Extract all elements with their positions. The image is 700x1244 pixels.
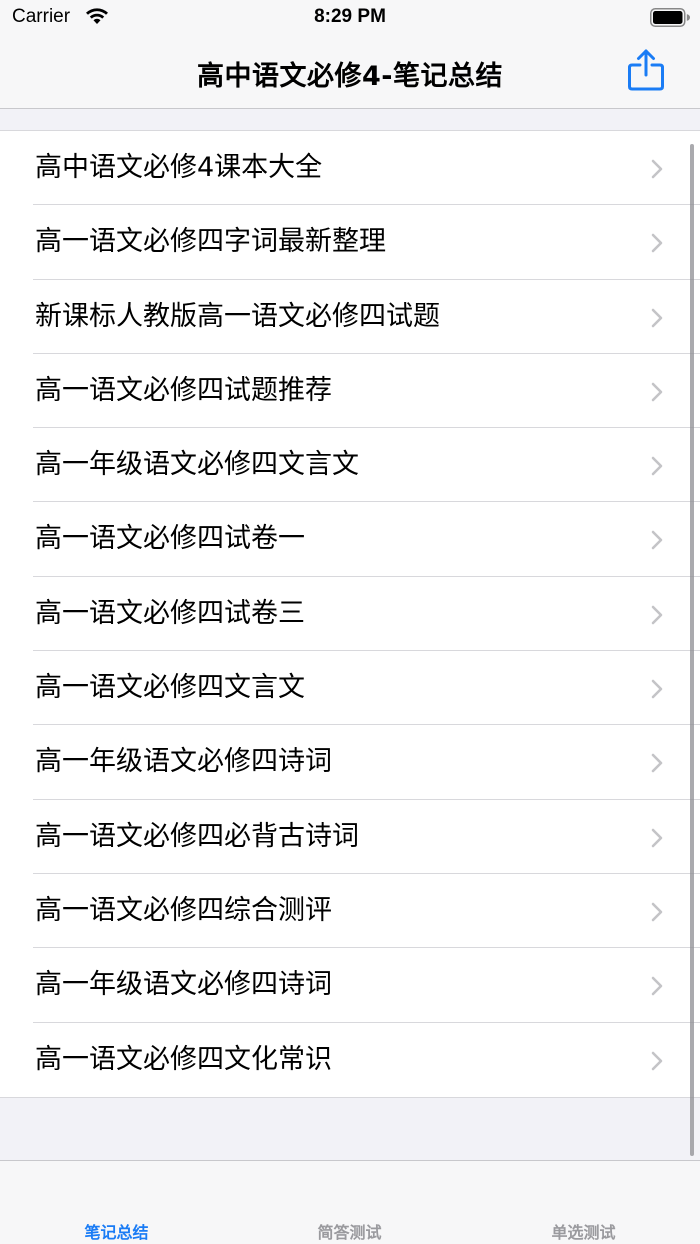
chevron-right-icon <box>651 902 663 922</box>
status-bar: Carrier 8:29 PM <box>0 0 700 36</box>
list-item[interactable]: 高一语文必修四试卷一 <box>0 502 700 577</box>
chevron-right-icon <box>651 456 663 476</box>
list-item-label: 新课标人教版高一语文必修四试题 <box>35 300 440 332</box>
list-item-label: 高一语文必修四字词最新整理 <box>35 226 386 258</box>
list-item-label: 高一语文必修四试卷三 <box>35 597 305 629</box>
chevron-right-icon <box>651 233 663 253</box>
tab-single-choice-test[interactable]: 单选测试 <box>467 1219 700 1243</box>
list-item[interactable]: 高一语文必修四试题推荐 <box>0 354 700 429</box>
chevron-right-icon <box>651 159 663 179</box>
chevron-right-icon <box>651 308 663 327</box>
list-item-label: 高一语文必修四试卷一 <box>35 523 305 555</box>
list-item-label: 高一语文必修四文化常识 <box>35 1043 332 1075</box>
list-item-label: 高一年级语文必修四文言文 <box>35 449 359 481</box>
list-item[interactable]: 高一年级语文必修四文言文 <box>0 428 700 503</box>
list-item[interactable]: 新课标人教版高一语文必修四试题 <box>0 280 700 354</box>
list-item[interactable]: 高一语文必修四文言文 <box>0 651 700 726</box>
page-title: 高中语文必修4-笔记总结 <box>197 61 503 92</box>
tab-short-answer-test[interactable]: 简答测试 <box>233 1219 466 1243</box>
list-item[interactable]: 高一语文必修四字词最新整理 <box>0 205 700 280</box>
navigation-bar: 高中语文必修4-笔记总结 <box>0 36 700 109</box>
list-item-label: 高一年级语文必修四诗词 <box>35 969 332 1001</box>
list-item-label: 高一语文必修四试题推荐 <box>35 374 332 406</box>
chevron-right-icon <box>651 754 663 773</box>
list-item[interactable]: 高一语文必修四试卷三 <box>0 577 700 652</box>
chevron-right-icon <box>651 605 663 625</box>
chevron-right-icon <box>651 679 663 699</box>
chevron-right-icon <box>651 1051 663 1070</box>
tab-bar: 笔记总结 简答测试 单选测试 <box>0 1160 700 1244</box>
notes-list: 高中语文必修4课本大全高一语文必修四字词最新整理新课标人教版高一语文必修四试题高… <box>0 130 700 1098</box>
list-item[interactable]: 高一语文必修四综合测评 <box>0 874 700 949</box>
tab-notes-summary[interactable]: 笔记总结 <box>0 1219 233 1243</box>
list-item[interactable]: 高一语文必修四必背古诗词 <box>0 800 700 874</box>
chevron-right-icon <box>651 531 663 550</box>
list-item-label: 高中语文必修4课本大全 <box>35 152 323 183</box>
share-icon[interactable] <box>626 48 666 92</box>
list-item-label: 高一语文必修四文言文 <box>35 672 305 704</box>
scroll-indicator[interactable] <box>690 144 694 1156</box>
list-item[interactable]: 高一年级语文必修四诗词 <box>0 725 700 800</box>
battery-icon <box>650 8 690 27</box>
list-item[interactable]: 高一语文必修四文化常识 <box>0 1023 700 1097</box>
list-item-label: 高一语文必修四必背古诗词 <box>35 820 359 852</box>
chevron-right-icon <box>651 976 663 996</box>
list-item-label: 高一年级语文必修四诗词 <box>35 746 332 778</box>
chevron-right-icon <box>651 382 663 402</box>
chevron-right-icon <box>651 828 663 847</box>
status-time: 8:29 PM <box>314 6 386 27</box>
list-item-label: 高一语文必修四综合测评 <box>35 894 332 926</box>
list-item[interactable]: 高中语文必修4课本大全 <box>0 131 700 206</box>
list-item[interactable]: 高一年级语文必修四诗词 <box>0 948 700 1023</box>
